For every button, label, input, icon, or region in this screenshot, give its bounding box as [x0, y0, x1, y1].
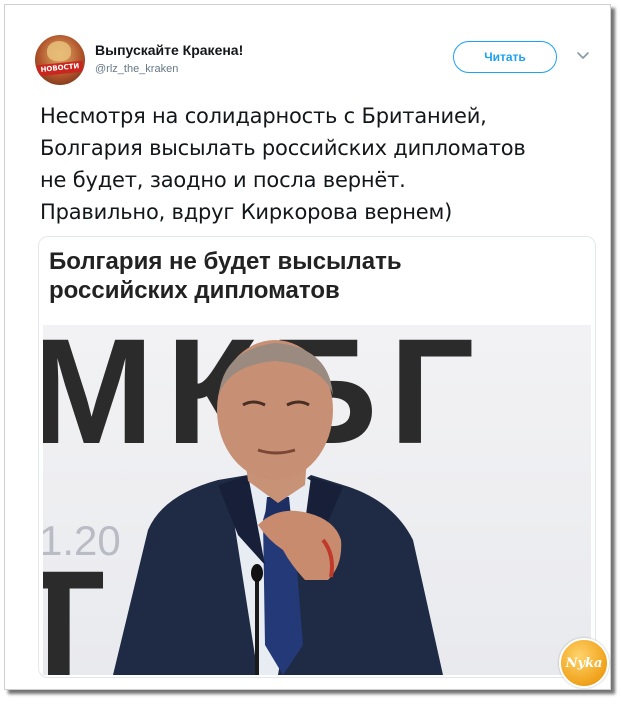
microphone-stand — [255, 575, 259, 675]
card-photo[interactable]: МКБГ 1.20 ТМ — [43, 325, 591, 675]
tweet-text: Несмотря на солидарность с Британией, Бо… — [40, 100, 600, 228]
link-card[interactable]: Болгария не будет высылать российских ди… — [38, 236, 596, 678]
tweet-line: Правильно, вдруг Киркорова вернем) — [40, 200, 453, 224]
microphone-head — [251, 564, 263, 582]
card-headline-line: Болгария не будет высылать — [49, 248, 402, 275]
card-headline[interactable]: Болгария не будет высылать российских ди… — [49, 247, 579, 305]
photo-illustration: МКБГ 1.20 ТМ — [43, 325, 474, 675]
tweet-screenshot: НОВОСТИ Выпускайте Кракена! @rlz_the_kra… — [4, 4, 611, 690]
follow-button[interactable]: Читать — [453, 41, 557, 73]
avatar-banner: НОВОСТИ — [36, 60, 84, 77]
kraken-icon — [47, 41, 71, 61]
account-name[interactable]: Выпускайте Кракена! — [95, 42, 243, 58]
account-handle[interactable]: @rlz_the_kraken — [95, 63, 178, 75]
tweet-line: Несмотря на солидарность с Британией, — [40, 104, 487, 128]
tweet-line: Болгария высылать российских дипломатов — [40, 136, 526, 160]
chevron-down-icon[interactable] — [576, 48, 590, 62]
card-headline-line: российских дипломатов — [49, 277, 340, 304]
account-avatar[interactable]: НОВОСТИ — [35, 35, 85, 85]
tweet-line: не будет, заодно и посла вернёт. — [40, 168, 406, 192]
watermark-logo: Nyka — [559, 638, 609, 688]
